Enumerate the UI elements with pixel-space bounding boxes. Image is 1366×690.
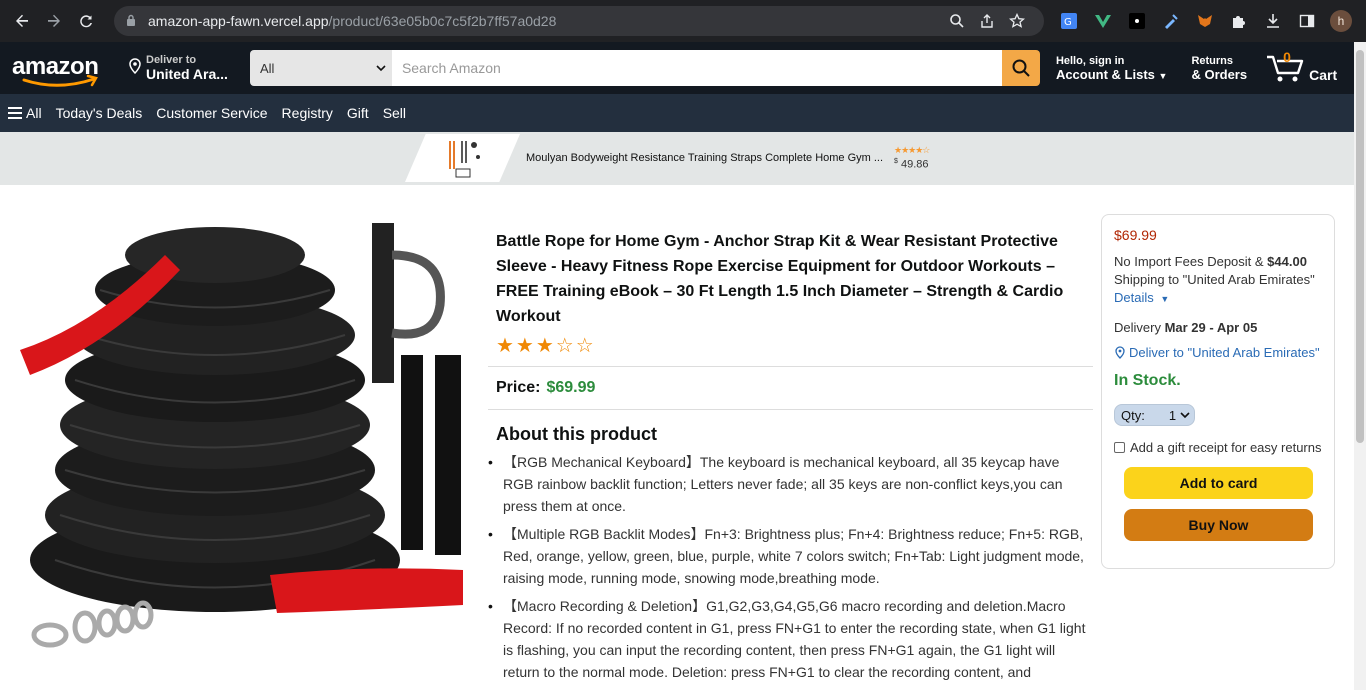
translate-extension-icon[interactable]: G (1054, 6, 1084, 36)
deliver-location: United Ara... (146, 66, 228, 82)
address-bar[interactable]: amazon-app-fawn.vercel.app/product/63e05… (114, 6, 1044, 36)
ad-product-thumbnail (405, 134, 520, 182)
caret-down-icon: ▼ (1160, 294, 1170, 304)
ad-title: Moulyan Bodyweight Resistance Training S… (526, 152, 884, 164)
about-heading: About this product (496, 424, 657, 444)
chevron-down-icon (1180, 412, 1190, 419)
product-image[interactable] (15, 215, 470, 665)
buy-box: $69.99 No Import Fees Deposit & $44.00 S… (1101, 214, 1335, 569)
divider (488, 409, 1093, 410)
nav-customer-service[interactable]: Customer Service (156, 105, 267, 121)
feature-bullets: 【RGB Mechanical Keyboard】The keyboard is… (488, 451, 1093, 683)
smile-arrow-icon (22, 74, 98, 87)
ad-rating-stars: ★★★★☆ (894, 145, 930, 156)
delivery-info: Delivery Mar 29 - Apr 05 (1114, 320, 1258, 335)
sponsored-ad-banner: Moulyan Bodyweight Resistance Training S… (0, 132, 1366, 185)
svg-text:G: G (1064, 17, 1072, 28)
deliver-label: Deliver to (146, 54, 197, 66)
forward-icon[interactable] (40, 7, 68, 35)
gift-receipt-checkbox[interactable] (1114, 442, 1125, 453)
buybox-price: $69.99 (1114, 227, 1157, 243)
puzzle-extensions-icon[interactable] (1224, 6, 1254, 36)
account-menu[interactable]: Hello, sign in Account & Lists ▼ (1056, 55, 1168, 82)
back-icon[interactable] (8, 7, 36, 35)
cart-count: 0 (1283, 49, 1291, 65)
zoom-icon[interactable] (942, 6, 972, 36)
ad-price: $ 49.86 (894, 158, 929, 171)
all-menu-button[interactable]: All (8, 105, 42, 121)
share-icon[interactable] (972, 6, 1002, 36)
caret-down-icon: ▼ (1158, 70, 1168, 81)
search-button[interactable] (1001, 50, 1040, 86)
price-row: Price: $69.99 (488, 375, 1093, 401)
vue-extension-icon[interactable] (1088, 6, 1118, 36)
details-link[interactable]: Details ▼ (1114, 289, 1322, 308)
page-scrollbar[interactable] (1354, 42, 1366, 690)
search-icon (1012, 59, 1030, 77)
bookmark-star-icon[interactable] (1002, 6, 1032, 36)
nav-sell[interactable]: Sell (383, 105, 406, 121)
site-header: amazon Deliver to United Ara... All Sear… (0, 42, 1366, 94)
tools-extension-icon[interactable] (1156, 6, 1186, 36)
deliver-to[interactable]: Deliver to United Ara... (128, 54, 228, 82)
side-panel-icon[interactable] (1292, 6, 1322, 36)
deliver-to-link[interactable]: Deliver to "United Arab Emirates" (1114, 345, 1322, 360)
price-label: Price: (496, 379, 541, 396)
quantity-select[interactable]: Qty: 1 (1114, 404, 1196, 426)
location-pin-icon (1115, 346, 1125, 359)
feature-bullet: 【Macro Recording & Deletion】G1,G2,G3,G4,… (488, 595, 1093, 683)
nav-todays-deals[interactable]: Today's Deals (56, 105, 143, 121)
search-bar: All Search Amazon (249, 50, 1040, 86)
gift-receipt-label: Add a gift receipt for easy returns (1130, 440, 1322, 455)
product-details: Battle Rope for Home Gym - Anchor Strap … (488, 229, 1093, 689)
url-path: /product/63e05b0c7c5f2b7ff57a0d28 (328, 13, 557, 29)
location-pin-icon (128, 57, 142, 79)
gift-receipt-option: Add a gift receipt for easy returns (1114, 440, 1322, 455)
nav-registry[interactable]: Registry (282, 105, 333, 121)
sub-navigation: All Today's Deals Customer Service Regis… (0, 94, 1366, 132)
feature-bullet: 【RGB Mechanical Keyboard】The keyboard is… (488, 451, 1093, 517)
product-title: Battle Rope for Home Gym - Anchor Strap … (496, 233, 1064, 325)
url-host: amazon-app-fawn.vercel.app (148, 13, 329, 29)
reload-icon[interactable] (72, 7, 100, 35)
divider (488, 366, 1093, 367)
search-category-select[interactable]: All (249, 50, 392, 86)
buy-now-button[interactable]: Buy Now (1124, 509, 1313, 541)
returns-orders[interactable]: Returns & Orders (1191, 55, 1247, 82)
product-page: Battle Rope for Home Gym - Anchor Strap … (0, 185, 1366, 690)
hamburger-icon (8, 107, 22, 119)
product-price: $69.99 (546, 379, 596, 396)
lock-icon (126, 13, 136, 29)
shipping-text: Shipping to "United Arab Emirates" (1114, 272, 1315, 287)
amazon-logo[interactable]: amazon (10, 47, 110, 89)
add-to-cart-button[interactable]: Add to card (1124, 467, 1313, 499)
product-rating-stars[interactable]: ★★★☆☆ (488, 333, 1093, 358)
scrollbar-thumb[interactable] (1356, 50, 1364, 443)
chevron-down-icon (376, 65, 386, 72)
sponsored-ad[interactable]: Moulyan Bodyweight Resistance Training S… (405, 134, 930, 182)
cart-label: Cart (1309, 67, 1338, 83)
nav-gift[interactable]: Gift (347, 105, 369, 121)
feature-bullet: 【Multiple RGB Backlit Modes】Fn+3: Bright… (488, 523, 1093, 589)
import-fees: No Import Fees Deposit & $44.00 (1114, 254, 1307, 269)
metamask-extension-icon[interactable] (1190, 6, 1220, 36)
search-input[interactable]: Search Amazon (391, 50, 1002, 86)
stock-status: In Stock. (1114, 372, 1181, 389)
react-extension-icon[interactable] (1122, 6, 1152, 36)
download-icon[interactable] (1258, 6, 1288, 36)
profile-avatar[interactable]: h (1326, 6, 1356, 36)
cart-button[interactable]: 0 Cart (1265, 49, 1338, 83)
browser-toolbar: amazon-app-fawn.vercel.app/product/63e05… (0, 0, 1366, 42)
